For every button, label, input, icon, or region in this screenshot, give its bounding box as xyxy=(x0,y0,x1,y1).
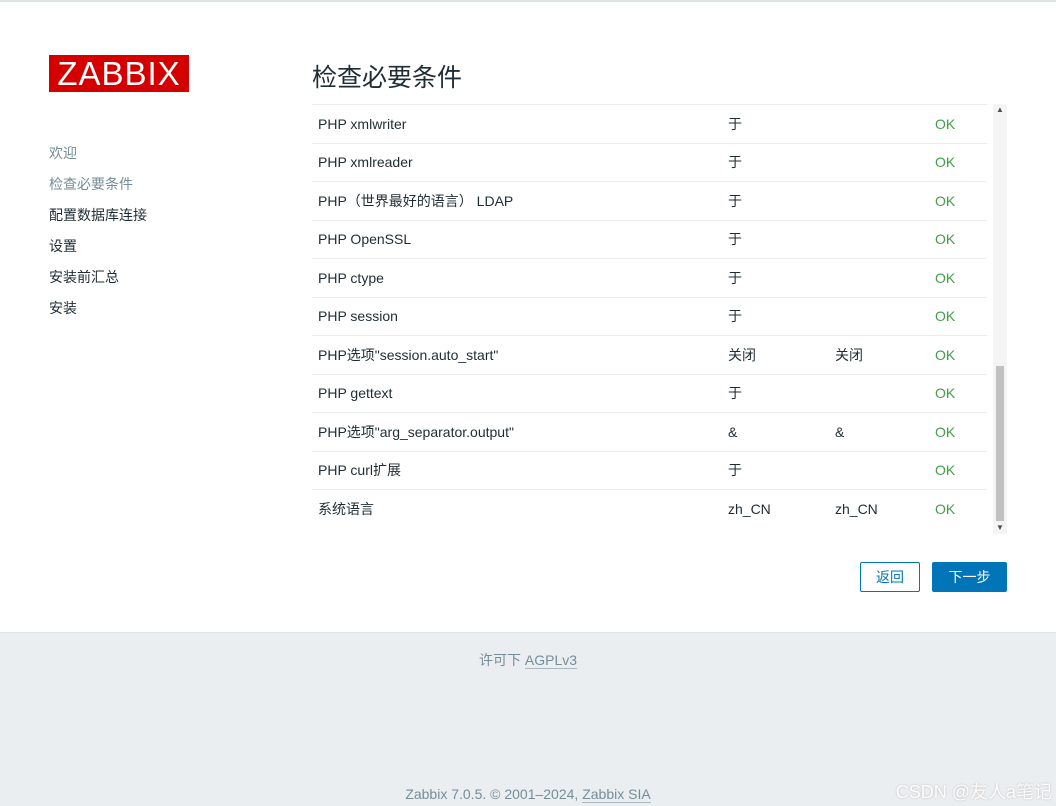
requirement-name: 系统语言 xyxy=(318,501,374,517)
requirement-required-value xyxy=(829,143,929,182)
requirement-status: OK xyxy=(929,412,987,452)
requirement-name: PHP gettext xyxy=(312,374,722,413)
requirement-required-value xyxy=(829,451,929,490)
requirement-current-value: & xyxy=(722,412,829,452)
requirement-row: PHP OpenSSL 于 OK xyxy=(312,220,987,259)
requirement-name: PHP xmlreader xyxy=(312,143,722,182)
requirement-current-value: 于 xyxy=(722,258,829,298)
requirement-current-value: 于 xyxy=(722,374,829,413)
requirement-required-value: zh_CN xyxy=(835,501,878,517)
requirement-status: OK xyxy=(929,181,987,221)
requirements-table: PHP xmlwriter 于 OK PHP xmlreader 于 OK PHP（世界最好… xyxy=(312,104,987,528)
requirement-status: OK xyxy=(929,143,987,182)
requirement-name: PHP选项"session.auto_start" xyxy=(312,335,722,375)
requirement-name: PHP session xyxy=(312,297,722,336)
requirement-status: OK xyxy=(929,220,987,259)
requirement-required-value: & xyxy=(829,412,929,452)
step-pre-install-summary: 安装前汇总 xyxy=(49,269,119,285)
requirement-status: OK xyxy=(929,297,987,336)
requirement-current-value: 于 xyxy=(722,451,829,490)
setup-steps-nav: 欢迎 检查必要条件 配置数据库连接 设置 安装前汇总 安装 xyxy=(49,142,147,328)
requirement-status: OK xyxy=(929,374,987,413)
requirement-status: OK xyxy=(929,258,987,298)
license-text: 许可下 AGPLv3 xyxy=(0,650,1056,670)
requirement-row: 系统语言 zh_CN zh_CN OK xyxy=(312,490,987,529)
requirement-row: PHP gettext 于 OK xyxy=(312,374,987,413)
requirement-name: PHP选项"arg_separator.output" xyxy=(312,412,722,452)
license-prefix: 许可下 xyxy=(478,652,521,668)
step-install: 安装 xyxy=(49,300,77,316)
page-title: 检查必要条件 xyxy=(312,64,463,92)
requirement-current-value: 于 xyxy=(722,181,829,221)
requirement-required-value xyxy=(829,374,929,413)
top-border xyxy=(0,0,1056,2)
requirement-row: PHP ctype 于 OK xyxy=(312,258,987,298)
requirement-status: OK xyxy=(929,104,987,144)
requirement-name: PHP curl扩展 xyxy=(312,451,722,490)
requirement-required-value xyxy=(829,104,929,144)
requirement-status: OK xyxy=(935,501,956,517)
table-scrollbar[interactable]: ▲ ▼ xyxy=(993,104,1007,534)
copyright-link[interactable]: Zabbix SIA xyxy=(582,786,651,803)
scroll-up-icon[interactable]: ▲ xyxy=(993,104,1007,116)
requirement-required-value: 关闭 xyxy=(829,335,929,375)
requirement-current-value: 关闭 xyxy=(722,335,829,375)
requirement-row: PHP选项"session.auto_start" 关闭 关闭 OK xyxy=(312,335,987,375)
next-button[interactable]: 下一步 xyxy=(932,562,1007,592)
step-welcome: 欢迎 xyxy=(49,145,77,161)
license-link[interactable]: AGPLv3 xyxy=(524,652,578,669)
copyright-prefix: Zabbix 7.0.5. © 2001–2024, xyxy=(405,786,579,802)
requirement-required-value xyxy=(829,181,929,221)
requirement-current-value: 于 xyxy=(722,297,829,336)
requirement-row: PHP xmlwriter 于 OK xyxy=(312,104,987,144)
requirement-name: PHP xmlwriter xyxy=(312,104,722,144)
watermark: CSDN @友人a笔记 xyxy=(895,782,1052,802)
requirement-current-value: zh_CN xyxy=(728,501,771,517)
requirement-row: PHP xmlreader 于 OK xyxy=(312,143,987,182)
requirement-required-value xyxy=(829,220,929,259)
requirement-current-value: 于 xyxy=(722,104,829,144)
requirement-name: PHP（世界最好的语言） LDAP xyxy=(312,181,722,221)
requirement-row: PHP session 于 OK xyxy=(312,297,987,336)
requirement-row: PHP选项"arg_separator.output" & & OK xyxy=(312,412,987,452)
requirement-name: PHP ctype xyxy=(312,258,722,298)
footer: 许可下 AGPLv3 Zabbix 7.0.5. © 2001–2024, Za… xyxy=(0,632,1056,806)
step-check-prerequisites: 检查必要条件 xyxy=(49,176,133,192)
step-db-connection: 配置数据库连接 xyxy=(49,207,147,223)
back-button[interactable]: 返回 xyxy=(860,562,920,592)
requirement-name: PHP OpenSSL xyxy=(312,220,722,259)
requirements-table-container[interactable]: PHP xmlwriter 于 OK PHP xmlreader 于 OK PHP（世界最好… xyxy=(312,104,1007,534)
requirement-current-value: 于 xyxy=(722,143,829,182)
requirement-status: OK xyxy=(929,335,987,375)
scroll-down-icon[interactable]: ▼ xyxy=(993,522,1007,534)
requirement-row: PHP（世界最好的语言） LDAP 于 OK xyxy=(312,181,987,221)
requirement-required-value xyxy=(829,297,929,336)
requirement-required-value xyxy=(829,258,929,298)
scrollbar-thumb[interactable] xyxy=(996,366,1004,521)
step-settings: 设置 xyxy=(49,238,77,254)
requirement-current-value: 于 xyxy=(722,220,829,259)
requirement-row: PHP curl扩展于 OK xyxy=(312,451,987,490)
requirement-status: OK xyxy=(929,451,987,490)
zabbix-logo: ZABBIX xyxy=(49,55,189,92)
